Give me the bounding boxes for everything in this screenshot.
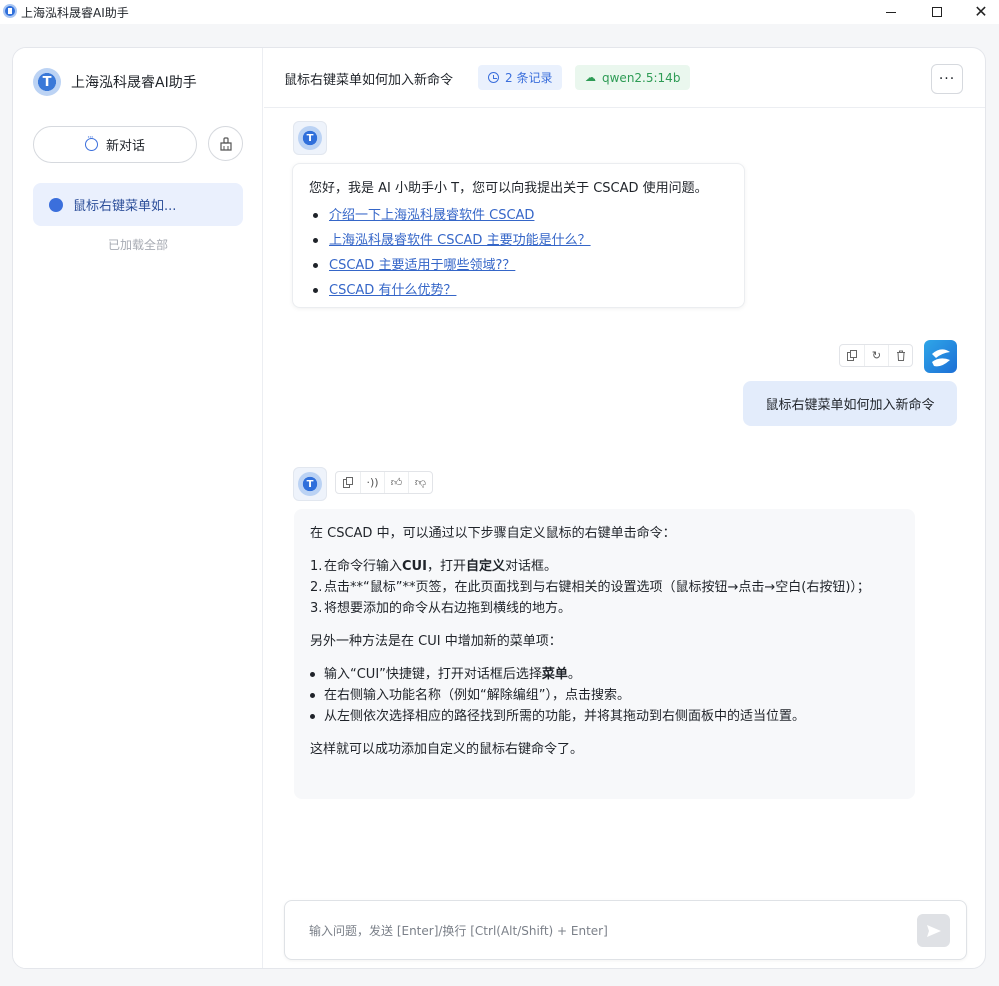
close-icon: ✕ (974, 2, 988, 21)
answer-steps: 1. 在命令行输入CUI，打开自定义对话框。 2. 点击**“鼠标”**页签，在… (310, 556, 899, 619)
thumbs-down-icon: 👎︎ (414, 476, 427, 489)
chat-header: 鼠标右键菜单如何加入新命令 2 条记录 ☁ qwen2.5:14b ··· (264, 48, 985, 108)
answer-step: 1. 在命令行输入CUI，打开自定义对话框。 (310, 556, 899, 577)
send-icon (926, 924, 941, 937)
chat-bubble-icon (84, 133, 98, 151)
answer-step: 2. 点击**“鼠标”**页签，在此页面找到与右键相关的设置选项（鼠标按钮→点击… (310, 577, 899, 598)
step-text: 点击**“鼠标”**页签，在此页面找到与右键相关的设置选项（鼠标按钮→点击→空白… (324, 580, 870, 595)
answer-bullet: 在右侧输入功能名称（例如“解除编组”），点击搜索。 (310, 685, 899, 706)
records-badge: 2 条记录 (478, 65, 563, 90)
suggestion-link[interactable]: CSCAD 主要适用于哪些领域?？ (329, 258, 515, 273)
copy-icon (342, 477, 353, 488)
message-composer (284, 900, 967, 960)
trash-icon (896, 350, 905, 361)
close-button[interactable]: ✕ (958, 0, 999, 24)
suggestion-link[interactable]: CSCAD 有什么优势？ (329, 283, 456, 298)
copy-button[interactable] (336, 472, 360, 493)
window-titlebar: 上海泓科晟睿AI助手 ✕ (0, 0, 999, 24)
welcome-message: 您好，我是 AI 小助手小 T，您可以向我提出关于 CSCAD 使用问题。 介绍… (292, 163, 745, 308)
answer-intro: 在 CSCAD 中，可以通过以下步骤自定义鼠标的右键单击命令： (310, 526, 676, 541)
brand-name: 上海泓科晟睿AI助手 (71, 75, 197, 91)
suggestion-link[interactable]: 介绍一下上海泓科晟睿软件 CSCAD (329, 208, 534, 223)
dislike-button[interactable]: 👎︎ (408, 472, 432, 493)
like-button[interactable]: 👍︎ (384, 472, 408, 493)
copy-icon (846, 350, 857, 361)
chat-main: 鼠标右键菜单如何加入新命令 2 条记录 ☁ qwen2.5:14b ··· T … (264, 48, 985, 968)
sidebar: T 上海泓科晟睿AI助手 新对话 鼠标右键菜单如... 已加载全部 (13, 48, 263, 968)
user-message: 鼠标右键菜单如何加入新命令 (743, 381, 957, 426)
suggestion-link[interactable]: 上海泓科晟睿软件 CSCAD 主要功能是什么？ (329, 233, 591, 248)
clear-history-button[interactable] (208, 126, 243, 161)
step-text: 将想要添加的命令从右边拖到横线的地方。 (324, 601, 572, 616)
welcome-text: 您好，我是 AI 小助手小 T，您可以向我提出关于 CSCAD 使用问题。 (309, 181, 708, 196)
brand: T 上海泓科晟睿AI助手 (33, 68, 197, 96)
user-avatar-icon (931, 348, 950, 366)
new-chat-button[interactable]: 新对话 (33, 126, 197, 163)
clock-icon (488, 72, 499, 83)
suggestion-item: 介绍一下上海泓科晟睿软件 CSCAD (309, 203, 728, 228)
conversation-item[interactable]: 鼠标右键菜单如... (33, 183, 243, 226)
thumbs-up-icon: 👍︎ (390, 476, 403, 489)
more-options-button[interactable]: ··· (931, 64, 963, 94)
bot-logo-icon: T (298, 126, 322, 150)
answer-step: 3. 将想要添加的命令从右边拖到横线的地方。 (310, 598, 899, 619)
brand-logo-icon: T (33, 68, 61, 96)
answer-bullets: 输入“CUI”快捷键，打开对话框后选择菜单。 在右侧输入功能名称（例如“解除编组… (310, 664, 899, 727)
app-logo-icon (3, 4, 17, 18)
model-badge: ☁ qwen2.5:14b (575, 65, 691, 90)
regenerate-button[interactable]: ↻ (864, 345, 888, 366)
user-avatar (924, 340, 957, 373)
conversation-icon (49, 193, 63, 212)
message-input[interactable] (309, 921, 889, 941)
loaded-all-text: 已加载全部 (107, 238, 168, 252)
read-aloud-button[interactable]: ·)) (360, 472, 384, 493)
copy-button[interactable] (840, 345, 864, 366)
step-number: 3. (310, 601, 323, 616)
user-message-tools: ↻ (839, 344, 913, 367)
maximize-icon (932, 7, 942, 17)
answer-bullet: 输入“CUI”快捷键，打开对话框后选择菜单。 (310, 664, 899, 685)
bot-avatar: T (293, 467, 327, 501)
refresh-icon: ↻ (871, 349, 882, 362)
chat-title: 鼠标右键菜单如何加入新命令 (284, 73, 454, 88)
suggestion-item: CSCAD 有什么优势？ (309, 278, 728, 303)
step-text: 在命令行输入CUI，打开自定义对话框。 (324, 559, 557, 574)
bot-avatar: T (293, 121, 327, 155)
answer-message: 在 CSCAD 中，可以通过以下步骤自定义鼠标的右键单击命令： 1. 在命令行输… (294, 509, 915, 799)
send-button[interactable] (917, 914, 950, 947)
cloud-icon: ☁ (585, 71, 596, 84)
conversation-label: 鼠标右键菜单如... (73, 199, 177, 214)
answer-bullet: 从左侧依次选择相应的路径找到所需的功能，并将其拖动到右侧面板中的适当位置。 (310, 706, 899, 727)
minimize-button[interactable] (868, 0, 914, 24)
new-chat-label: 新对话 (105, 139, 145, 154)
suggestion-list: 介绍一下上海泓科晟睿软件 CSCAD 上海泓科晟睿软件 CSCAD 主要功能是什… (309, 203, 728, 303)
suggestion-item: CSCAD 主要适用于哪些领域?？ (309, 253, 728, 278)
bot-logo-icon: T (298, 472, 322, 496)
suggestion-item: 上海泓科晟睿软件 CSCAD 主要功能是什么？ (309, 228, 728, 253)
broom-icon (219, 136, 232, 151)
answer-outro: 这样就可以成功添加自定义的鼠标右键命令了。 (310, 742, 584, 757)
records-badge-label: 2 条记录 (505, 71, 553, 85)
minimize-icon (886, 11, 896, 13)
step-number: 1. (310, 559, 323, 574)
delete-button[interactable] (888, 345, 912, 366)
maximize-button[interactable] (914, 0, 960, 24)
answer-tools: ·)) 👍︎ 👎︎ (335, 471, 433, 494)
app-frame: T 上海泓科晟睿AI助手 新对话 鼠标右键菜单如... 已加载全部 鼠标右键菜单… (12, 47, 986, 969)
window-title: 上海泓科晟睿AI助手 (21, 6, 129, 20)
step-number: 2. (310, 580, 323, 595)
answer-alt-intro: 另外一种方法是在 CUI 中增加新的菜单项： (310, 634, 562, 649)
speaker-icon: ·)) (366, 476, 379, 489)
model-badge-label: qwen2.5:14b (602, 70, 681, 85)
